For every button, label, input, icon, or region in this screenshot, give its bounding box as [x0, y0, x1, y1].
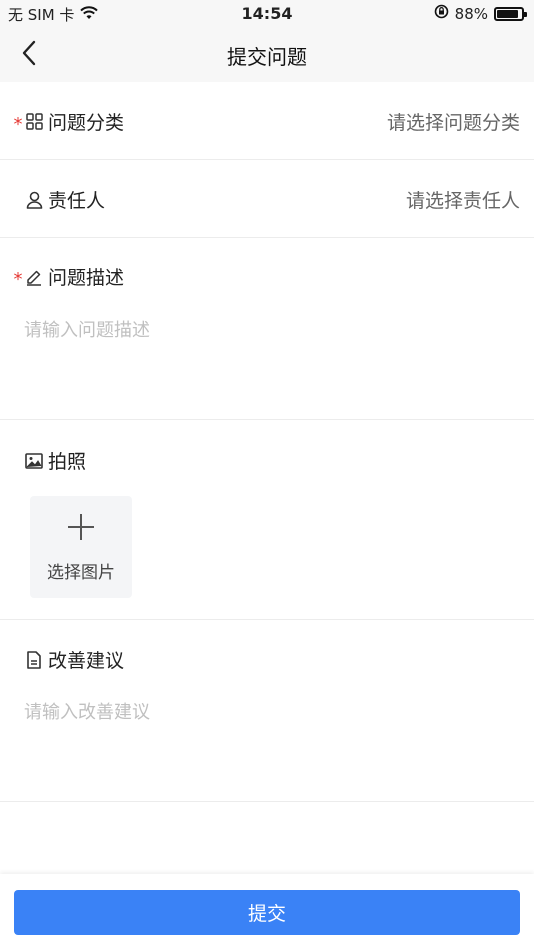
add-photo-button[interactable]: 选择图片 — [30, 496, 132, 598]
battery-fill — [497, 9, 518, 18]
status-bar: 无 SIM 卡 14:54 88% — [0, 0, 534, 28]
image-icon — [24, 451, 44, 471]
page-title: 提交问题 — [227, 45, 307, 69]
document-icon — [24, 650, 44, 670]
submit-button[interactable]: 提交 — [14, 890, 520, 935]
suggestion-input[interactable] — [24, 698, 520, 788]
plus-icon — [68, 514, 94, 540]
description-label-group: * 问题描述 — [12, 263, 125, 290]
photo-label-group: 拍照 — [12, 447, 86, 474]
status-right: 88% — [434, 4, 527, 23]
bottom-bar: 提交 — [0, 874, 534, 950]
required-mark: * — [13, 113, 23, 135]
description-input[interactable] — [24, 316, 520, 406]
battery-percent: 88% — [454, 4, 488, 23]
photo-label: 拍照 — [48, 451, 87, 473]
suggestion-row: 改善建议 — [0, 620, 534, 802]
category-picker[interactable]: 请选择问题分类 — [387, 108, 520, 135]
edit-icon — [24, 267, 44, 287]
user-icon — [24, 190, 44, 210]
assignee-label-group: 责任人 — [12, 186, 105, 213]
suggestion-label: 改善建议 — [48, 650, 125, 672]
category-row[interactable]: * 问题分类 请选择问题分类 — [0, 82, 534, 160]
category-label: 问题分类 — [48, 112, 125, 134]
grid-icon — [24, 112, 44, 132]
category-label-group: * 问题分类 — [12, 108, 125, 135]
nav-bar: 提交问题 — [0, 28, 534, 82]
description-label: 问题描述 — [48, 267, 125, 289]
orientation-lock-icon — [434, 4, 449, 23]
add-photo-label: 选择图片 — [47, 563, 115, 583]
description-row: * 问题描述 — [0, 238, 534, 420]
assignee-picker[interactable]: 请选择责任人 — [406, 186, 520, 213]
required-mark: * — [13, 268, 23, 290]
assignee-row[interactable]: 责任人 请选择责任人 — [0, 160, 534, 238]
battery-icon — [494, 6, 527, 21]
suggestion-label-group: 改善建议 — [12, 646, 124, 673]
assignee-label: 责任人 — [48, 190, 106, 212]
